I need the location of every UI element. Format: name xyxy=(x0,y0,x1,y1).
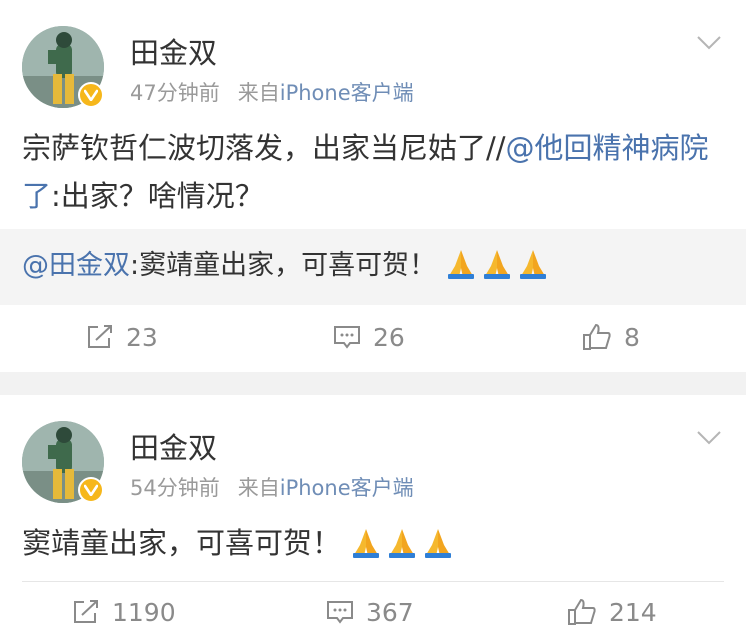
repost-button[interactable]: 1190 xyxy=(72,582,176,642)
post-time: 47分钟前 xyxy=(130,81,220,105)
verified-badge-icon xyxy=(78,82,104,108)
repost-text: :窦靖童出家，可喜可贺！ xyxy=(130,250,437,281)
content-text: 窦靖童出家，可喜可贺！ xyxy=(22,526,342,560)
post-source[interactable]: iPhone客户端 xyxy=(280,81,414,105)
repost-button[interactable]: 23 xyxy=(86,305,158,369)
like-button[interactable]: 8 xyxy=(582,305,640,369)
verified-badge-icon xyxy=(78,477,104,503)
source-prefix: 来自 xyxy=(237,81,280,105)
repost-icon xyxy=(74,600,98,623)
like-icon xyxy=(583,323,611,350)
praying-hands-icon xyxy=(425,529,452,558)
source-prefix: 来自 xyxy=(237,476,280,500)
content-tail: :出家？啥情况？ xyxy=(51,179,264,213)
like-count: 8 xyxy=(624,322,640,352)
username[interactable]: 田金双 xyxy=(130,425,217,467)
repost-count: 23 xyxy=(126,322,158,352)
praying-hands-icon xyxy=(447,250,474,279)
repost-mention-link[interactable]: @田金双 xyxy=(22,250,130,281)
action-bar: 1190 367 214 xyxy=(0,582,746,642)
post-meta: 54分钟前 来自iPhone客户端 xyxy=(130,472,414,502)
repost-box[interactable]: @田金双:窦靖童出家，可喜可贺！ xyxy=(0,229,746,305)
like-icon xyxy=(568,598,596,625)
weibo-post: 田金双 54分钟前 来自iPhone客户端 窦靖童出家，可喜可贺！ 1190 36… xyxy=(0,395,746,642)
like-count: 214 xyxy=(609,597,657,627)
comment-button[interactable]: 26 xyxy=(333,305,405,369)
like-button[interactable]: 214 xyxy=(567,582,657,642)
feed-separator xyxy=(0,372,746,395)
post-content: 宗萨钦哲仁波切落发，出家当尼姑了//@他回精神病院了:出家？啥情况？ xyxy=(22,124,722,220)
repost-content: @田金双:窦靖童出家，可喜可贺！ xyxy=(22,243,553,282)
action-bar: 23 26 8 xyxy=(0,305,746,369)
chevron-down-icon[interactable] xyxy=(696,429,722,447)
username[interactable]: 田金双 xyxy=(130,30,217,72)
praying-hands-icon xyxy=(353,529,380,558)
praying-hands-icon xyxy=(483,250,510,279)
comment-icon xyxy=(334,326,360,349)
repost-count: 1190 xyxy=(112,597,176,627)
comment-count: 367 xyxy=(366,597,414,627)
content-text: 宗萨钦哲仁波切落发，出家当尼姑了// xyxy=(22,131,506,165)
comment-button[interactable]: 367 xyxy=(326,582,414,642)
post-time: 54分钟前 xyxy=(130,476,220,500)
repost-icon xyxy=(88,325,112,348)
comment-icon xyxy=(327,601,353,624)
post-content: 窦靖童出家，可喜可贺！ xyxy=(22,519,722,567)
post-meta: 47分钟前 来自iPhone客户端 xyxy=(130,77,414,107)
praying-hands-icon xyxy=(519,250,546,279)
comment-count: 26 xyxy=(373,322,405,352)
weibo-post: 田金双 47分钟前 来自iPhone客户端 宗萨钦哲仁波切落发，出家当尼姑了//@… xyxy=(0,0,746,372)
praying-hands-icon xyxy=(389,529,416,558)
post-source[interactable]: iPhone客户端 xyxy=(280,476,414,500)
chevron-down-icon[interactable] xyxy=(696,34,722,52)
